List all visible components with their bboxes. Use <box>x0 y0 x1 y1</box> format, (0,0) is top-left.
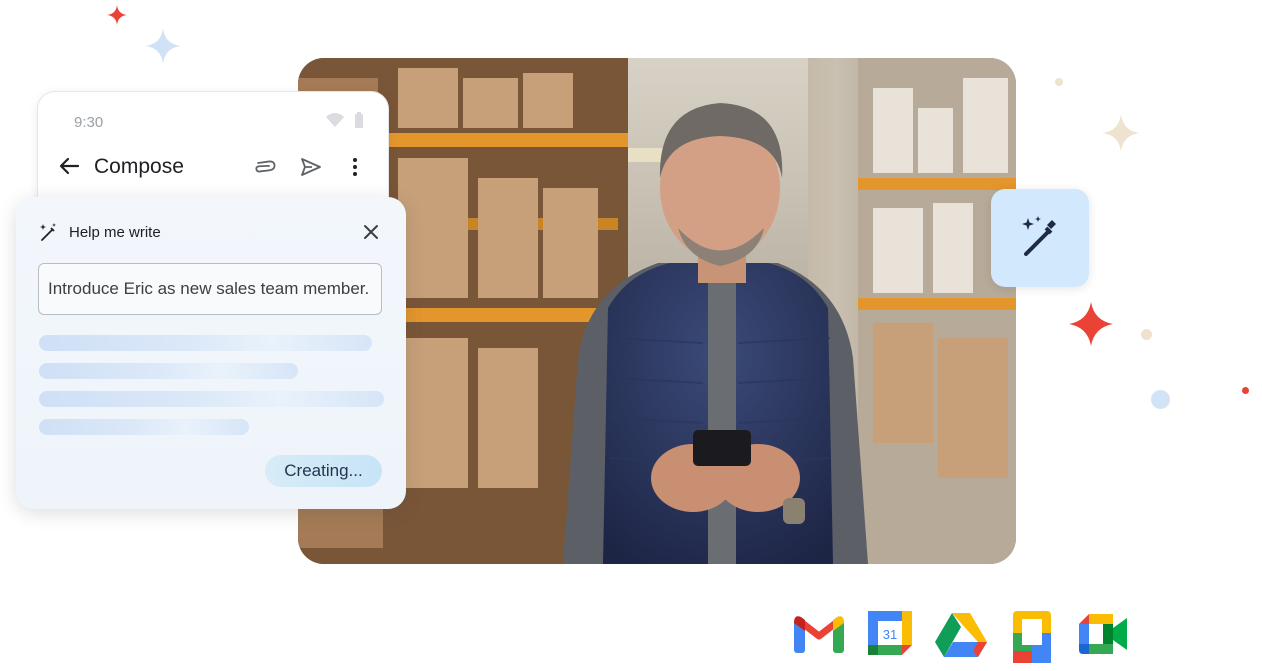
gmail-icon[interactable] <box>793 611 845 655</box>
loading-line <box>39 363 298 379</box>
loading-line <box>39 419 249 435</box>
drive-icon[interactable] <box>935 611 987 657</box>
sparkle-beige-icon <box>1102 114 1140 152</box>
back-arrow-icon[interactable] <box>58 155 80 177</box>
close-icon[interactable] <box>362 223 380 241</box>
dot-beige <box>1141 329 1152 340</box>
calendar-day: 31 <box>883 627 897 642</box>
loading-line <box>39 335 372 351</box>
sparkle-red-large-icon <box>1069 302 1113 346</box>
dot-blue <box>1151 390 1170 409</box>
magic-wand-tile[interactable] <box>991 189 1089 287</box>
creating-button[interactable]: Creating... <box>265 455 382 487</box>
attachment-icon[interactable] <box>254 156 276 178</box>
magic-wand-icon <box>1022 216 1056 256</box>
compose-title: Compose <box>94 155 184 178</box>
meet-icon[interactable] <box>1079 614 1129 654</box>
loading-line <box>39 391 384 407</box>
dot-red <box>1242 387 1249 394</box>
status-time: 9:30 <box>74 114 104 131</box>
calendar-icon[interactable]: 31 <box>868 611 912 655</box>
help-me-write-title: Help me write <box>69 224 161 241</box>
sparkle-blue-icon <box>145 28 181 64</box>
wifi-icon <box>326 113 344 127</box>
status-icons <box>326 112 364 128</box>
sparkle-red-small-icon <box>107 5 127 25</box>
dot-beige <box>1055 78 1063 86</box>
prompt-input[interactable]: Introduce Eric as new sales team member. <box>38 263 382 315</box>
help-me-write-panel: Help me write Introduce Eric as new sale… <box>16 197 406 509</box>
send-icon[interactable] <box>300 156 322 178</box>
docs-icon[interactable] <box>1013 611 1051 663</box>
magic-pencil-icon <box>40 223 56 241</box>
more-vert-icon[interactable] <box>348 156 362 178</box>
battery-icon <box>355 112 363 128</box>
